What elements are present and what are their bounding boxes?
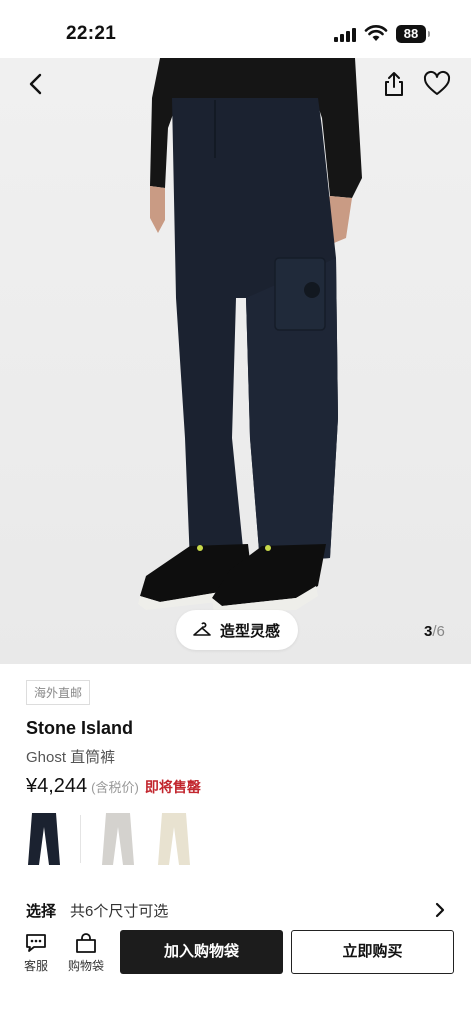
signal-icon <box>334 28 356 42</box>
gallery-pager: 3/6 <box>424 623 445 640</box>
swatch-navy[interactable] <box>24 811 64 867</box>
customer-service-label: 客服 <box>23 959 48 973</box>
chevron-right-icon <box>435 902 445 918</box>
pager-total: 6 <box>436 623 445 640</box>
size-selector-title: 选择 <box>26 902 57 920</box>
swatch-ecru[interactable] <box>154 811 194 867</box>
size-selector[interactable]: 选择 共6个尺寸可选 <box>26 898 448 922</box>
size-selector-desc: 共6个尺寸可选 <box>70 902 169 920</box>
battery-indicator: 88 <box>396 25 430 43</box>
style-inspiration-label: 造型灵感 <box>220 622 281 640</box>
product-photo <box>138 58 362 614</box>
chat-icon <box>26 934 46 952</box>
color-swatches <box>0 805 471 873</box>
shopping-bag-label: 购物袋 <box>67 959 104 973</box>
back-arrow-icon[interactable] <box>22 70 50 98</box>
brand-name[interactable]: Stone Island <box>26 718 133 739</box>
swatch-divider <box>80 815 81 863</box>
shipping-tag: 海外直邮 <box>26 680 91 705</box>
product-image-gallery[interactable]: 造型灵感 3/6 <box>0 58 471 664</box>
price-row: ¥4,244 (含税价) 即将售罄 <box>26 775 201 798</box>
product-name: Ghost 直筒裤 <box>26 749 116 766</box>
status-time: 22:21 <box>66 23 117 44</box>
customer-service-button[interactable]: 客服 <box>13 932 59 974</box>
tax-note: (含税价) <box>91 780 139 795</box>
price: ¥4,244 <box>26 775 88 797</box>
heart-icon[interactable] <box>422 70 452 98</box>
shopping-bag-button[interactable]: 购物袋 <box>63 932 109 974</box>
share-icon[interactable] <box>380 70 408 98</box>
stock-status: 即将售罄 <box>144 779 201 795</box>
bottom-action-bar: 客服 购物袋 加入购物袋 立即购买 <box>0 928 471 988</box>
swatch-grey[interactable] <box>98 811 138 867</box>
status-bar: 22:21 88 <box>0 0 471 60</box>
bag-icon <box>76 933 96 953</box>
add-to-bag-button[interactable]: 加入购物袋 <box>120 930 283 974</box>
style-inspiration-button[interactable]: 造型灵感 <box>176 610 299 650</box>
buy-now-button[interactable]: 立即购买 <box>291 930 454 974</box>
hanger-icon <box>193 622 211 636</box>
wifi-icon <box>364 25 388 41</box>
